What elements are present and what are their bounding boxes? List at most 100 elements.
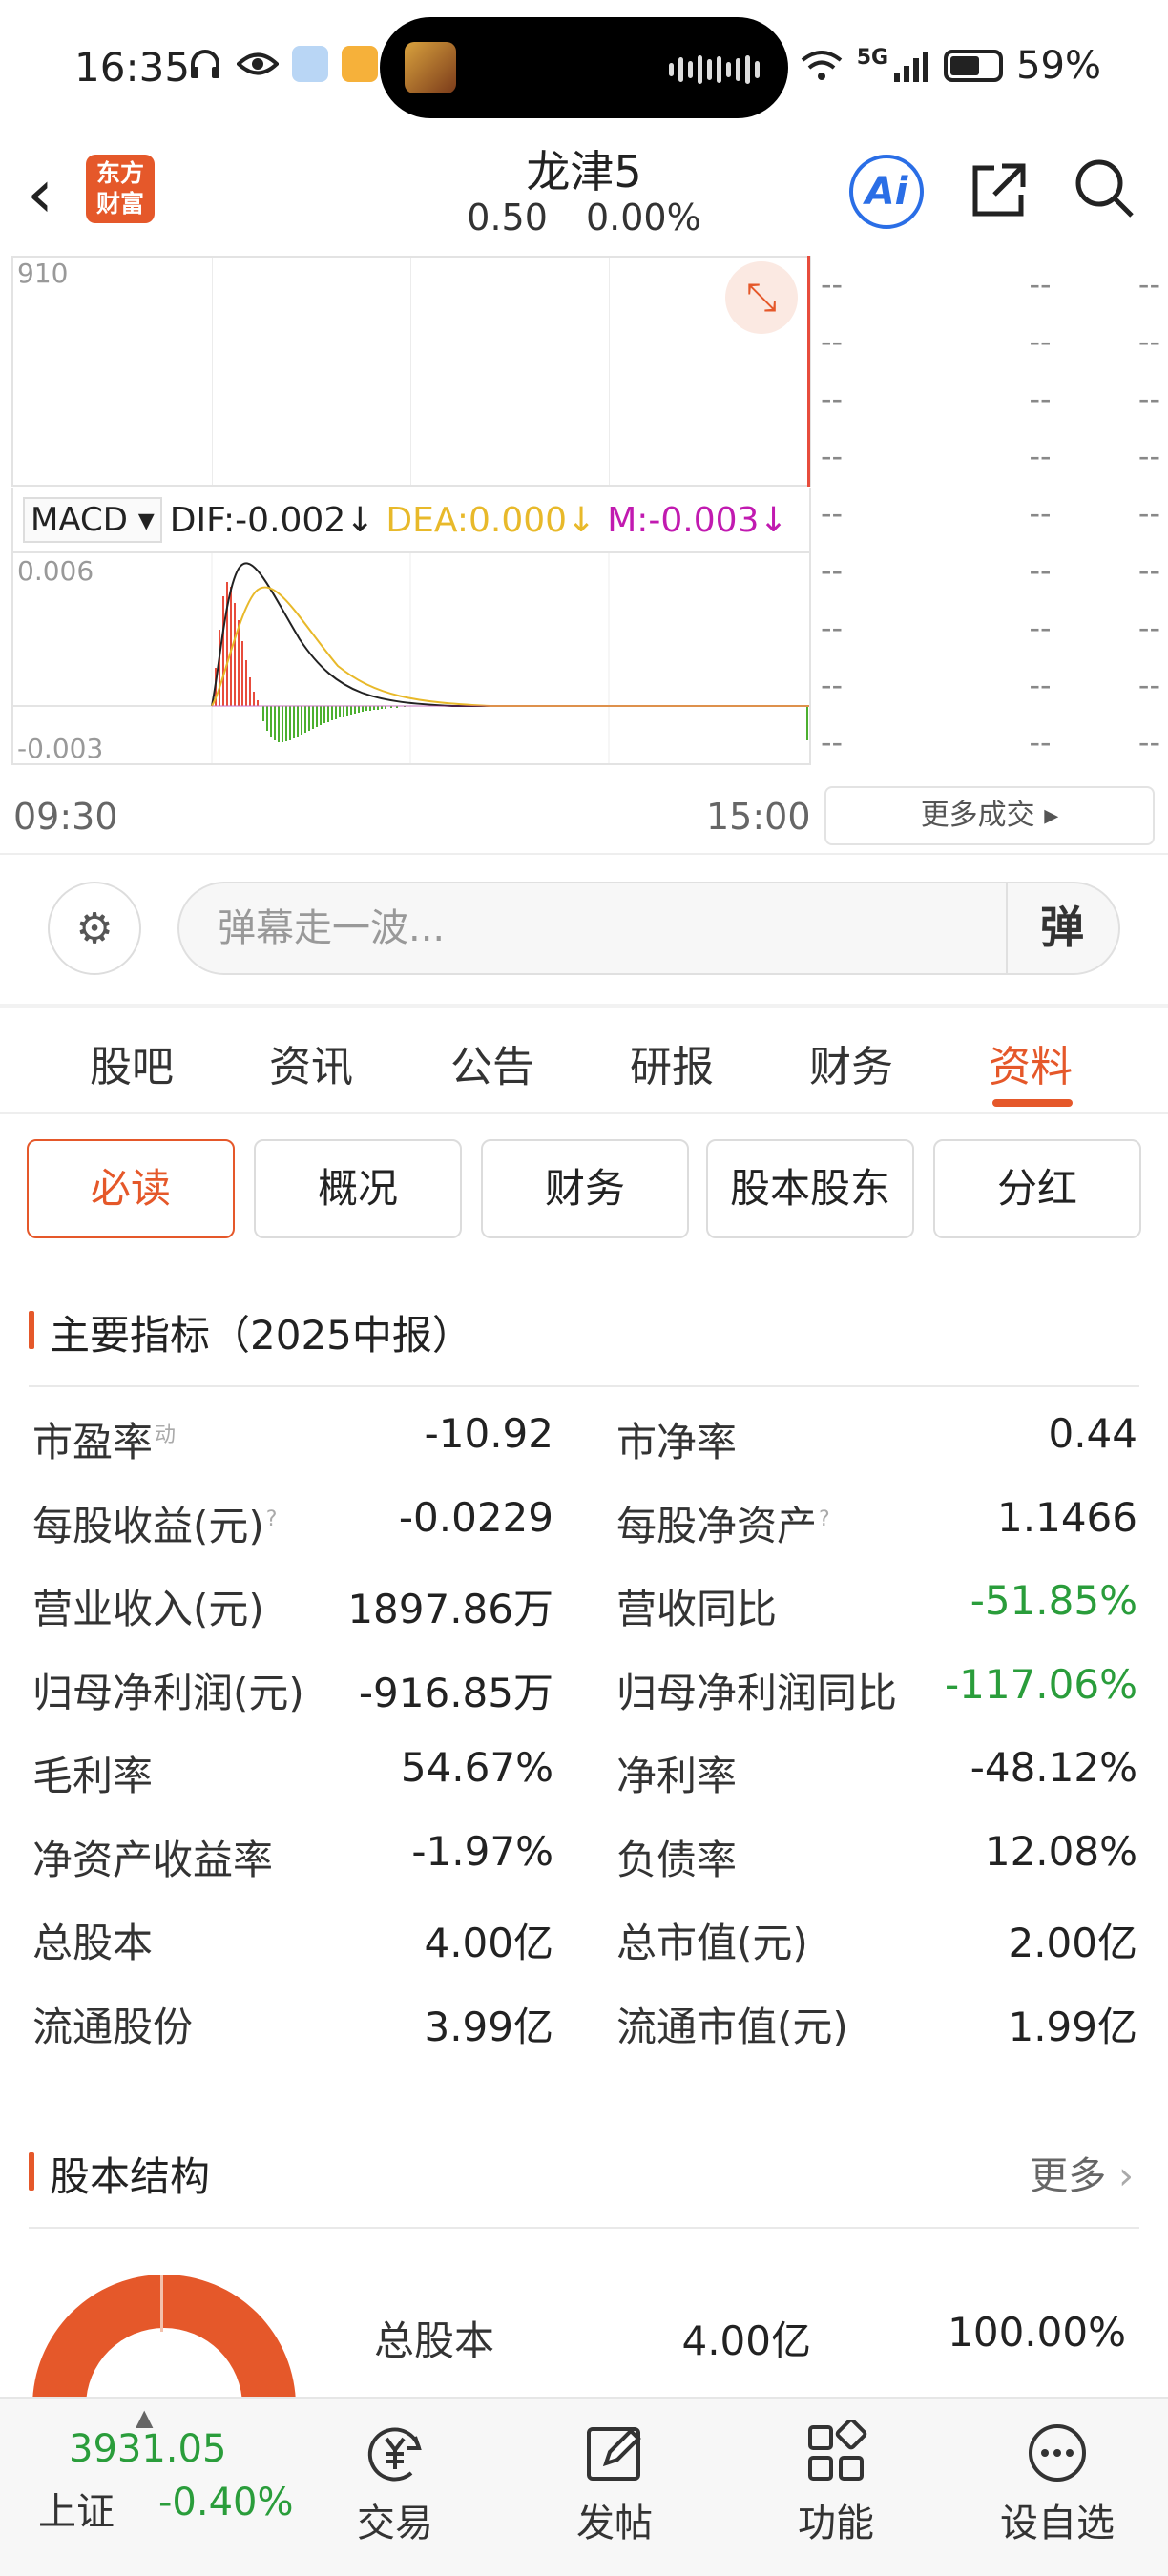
search-icon[interactable] xyxy=(1071,155,1137,221)
more-label: 更多 xyxy=(1030,2154,1107,2198)
danmaku-bar: ⚙ 弹幕走一波... 弹 xyxy=(0,855,1168,1008)
nav-functions[interactable]: 功能 xyxy=(760,2408,912,2547)
help-icon[interactable]: ? xyxy=(819,1507,830,1531)
macd-dea: DEA:0.000↓ xyxy=(386,500,596,540)
metric-label-text: 市盈率 xyxy=(32,1419,154,1465)
metric-label-text: 负债率 xyxy=(616,1837,738,1883)
metric-label-text: 净资产收益率 xyxy=(32,1837,274,1883)
trade-cell: -- xyxy=(821,552,844,589)
macd-m: M:-0.003↓ xyxy=(607,500,788,540)
more-trades-button[interactable]: 更多成交 ▸ xyxy=(824,786,1155,845)
trade-ticker: -- -- -- -- -- -- -- -- -- -- -- -- -- -- -- -- -- -- -- --… xyxy=(819,256,1168,790)
tab-announcements[interactable]: 公告 xyxy=(450,1032,534,1093)
key-metrics-title: 主要指标（2025中报） xyxy=(29,1303,472,1361)
tab-profile[interactable]: 资料 xyxy=(989,1032,1073,1093)
metric-label-text: 毛利率 xyxy=(32,1753,154,1799)
expand-icon[interactable]: ⤡ xyxy=(725,261,798,334)
tab-guba[interactable]: 股吧 xyxy=(90,1032,174,1093)
share-structure-more-link[interactable]: 更多 › xyxy=(1030,2145,1134,2200)
help-icon[interactable]: ? xyxy=(266,1507,278,1531)
trade-cell: -- xyxy=(1029,667,1052,703)
macd-chart[interactable]: 0.006 -0.003 xyxy=(11,551,811,765)
metric-value: 1897.86万 xyxy=(347,1586,553,1632)
time-end-label: 15:00 xyxy=(706,796,811,838)
trade-cell: -- xyxy=(1137,266,1160,302)
metric-label-text: 总市值(元) xyxy=(616,1920,808,1966)
macd-dea-line xyxy=(211,586,809,707)
metric-label-text: 流通股份 xyxy=(32,2004,194,2050)
trade-cell: -- xyxy=(1137,667,1160,703)
stock-header: ‹ 东方 财富 龙津5 0.50 0.00% Ai xyxy=(0,134,1168,258)
metric-value: -117.06% xyxy=(944,1661,1137,1708)
subtab-must-read[interactable]: 必读 xyxy=(27,1139,235,1238)
trade-cell: -- xyxy=(821,495,844,531)
metric-value: -1.97% xyxy=(411,1828,553,1875)
more-icon xyxy=(1029,2424,1086,2482)
macd-y-min: -0.003 xyxy=(17,733,104,764)
nav-post[interactable]: 发帖 xyxy=(538,2408,691,2547)
trade-cell: -- xyxy=(1137,323,1160,360)
metric-label: 归母净利润同比 xyxy=(616,1661,897,1719)
stock-price: 0.50 xyxy=(467,197,548,239)
metric-label: 总市值(元) xyxy=(616,1911,808,1969)
trade-cell: -- xyxy=(1137,724,1160,760)
index-value[interactable]: 3931.05 xyxy=(69,2427,226,2471)
danmaku-input[interactable]: 弹幕走一波... 弹 xyxy=(177,882,1120,975)
macd-dif-line xyxy=(211,562,809,707)
dynamic-island[interactable] xyxy=(380,17,788,118)
trade-cell: -- xyxy=(1137,381,1160,417)
metric-label-text: 营业收入(元) xyxy=(32,1586,264,1632)
trade-cell: -- xyxy=(1029,266,1052,302)
nav-add-watchlist-label: 设自选 xyxy=(1000,2502,1115,2545)
subtab-shareholders[interactable]: 股本股东 xyxy=(706,1139,914,1238)
tab-news[interactable]: 资讯 xyxy=(269,1032,353,1093)
subtab-overview[interactable]: 概况 xyxy=(254,1139,462,1238)
metric-label: 市净率 xyxy=(616,1410,737,1468)
tab-finance[interactable]: 财务 xyxy=(809,1032,893,1093)
trade-cell: -- xyxy=(821,381,844,417)
metric-label[interactable]: 每股收益(元)? xyxy=(32,1494,277,1552)
trade-cell: -- xyxy=(821,438,844,474)
indicator-select[interactable]: MACD ▾ xyxy=(23,497,162,543)
ai-button[interactable]: Ai xyxy=(849,155,924,229)
trade-cell: -- xyxy=(1029,495,1052,531)
subtab-dividends[interactable]: 分红 xyxy=(933,1139,1141,1238)
nav-add-watchlist[interactable]: 设自选 xyxy=(981,2408,1134,2547)
metric-label-text: 每股收益(元) xyxy=(32,1503,264,1549)
metric-label-text: 市净率 xyxy=(616,1419,738,1465)
trade-row: -- -- -- xyxy=(819,714,1168,771)
danmaku-toggle-button[interactable]: 弹 xyxy=(1006,882,1116,975)
tab-research[interactable]: 研报 xyxy=(630,1032,714,1093)
signal-icon xyxy=(894,52,929,82)
metric-value: 54.67% xyxy=(400,1744,553,1791)
trade-row: -- -- -- xyxy=(819,485,1168,542)
share-structure-title: 股本结构 xyxy=(29,2145,210,2203)
app-ghost-icon xyxy=(292,46,328,82)
index-name[interactable]: 上证 xyxy=(38,2481,115,2536)
trade-cell: -- xyxy=(1137,552,1160,589)
trade-cell: -- xyxy=(1029,724,1052,760)
share-icon[interactable] xyxy=(966,156,1032,223)
volume-chart[interactable]: 910 xyxy=(11,256,811,487)
danmaku-settings-icon[interactable]: ⚙ xyxy=(48,882,141,975)
trade-row: -- -- -- xyxy=(819,542,1168,599)
metric-label[interactable]: 每股净资产? xyxy=(616,1494,830,1552)
trade-cell: -- xyxy=(821,667,844,703)
macd-plot xyxy=(13,553,809,763)
trade-cell: -- xyxy=(1137,610,1160,646)
metric-label-text: 营收同比 xyxy=(616,1586,778,1632)
nav-trade[interactable]: 交易 xyxy=(319,2408,471,2547)
active-tab-indicator xyxy=(992,1099,1073,1107)
chart-area: 910 ⤡ MACD ▾ DIF:-0.002↓ DEA:0.000↓ M:-0… xyxy=(0,256,1168,855)
metric-value: -916.85万 xyxy=(358,1670,553,1716)
metric-value: -10.92 xyxy=(424,1410,553,1457)
subtab-finance[interactable]: 财务 xyxy=(481,1139,689,1238)
metric-label: 总股本 xyxy=(32,1911,153,1969)
index-change[interactable]: -0.40% xyxy=(158,2481,294,2524)
status-right: 5G 59% xyxy=(800,44,1101,88)
metric-label-text: 总股本 xyxy=(32,1920,154,1966)
grid-icon xyxy=(808,2420,867,2481)
headphones-icon xyxy=(191,50,219,78)
metric-label: 流通股份 xyxy=(32,1995,193,2053)
metric-label-text: 净利率 xyxy=(616,1753,738,1799)
